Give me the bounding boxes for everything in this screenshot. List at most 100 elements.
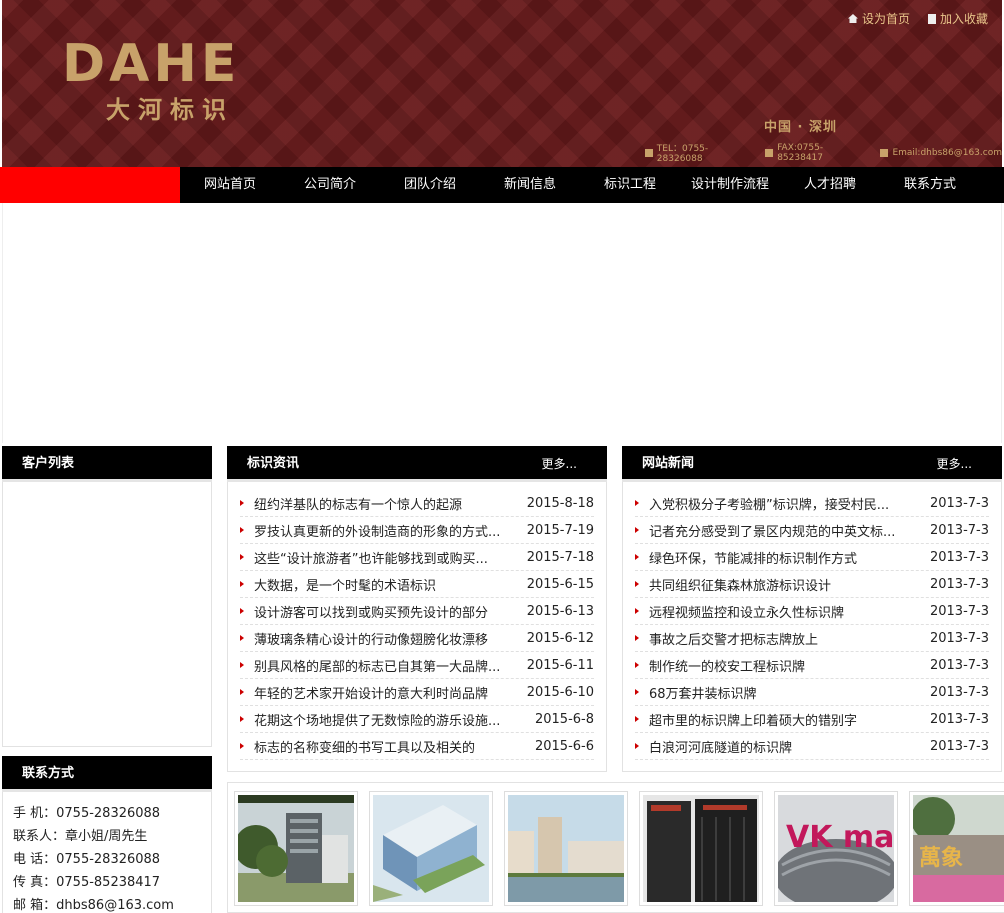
vk-mall-logo-text: VK mall: [786, 820, 894, 855]
triangle-bullet-icon: [240, 527, 244, 533]
triangle-bullet-icon: [240, 689, 244, 695]
office-tower-image: [643, 795, 759, 902]
site-news-list: 入党积极分子考验棚”标识牌，接受村民... 2013-7-3 记者充分感受到了景区…: [622, 482, 1002, 772]
region-label: 中国 · 深圳: [764, 120, 837, 135]
triangle-bullet-icon: [635, 716, 639, 722]
bookmark-icon: [927, 13, 936, 24]
triangle-bullet-icon: [635, 527, 639, 533]
triangle-bullet-icon: [635, 500, 639, 506]
project-gallery: VK mall 萬象: [227, 782, 1004, 913]
news-row[interactable]: 共同组织征集森林旅游标识设计 2013-7-3: [635, 571, 989, 598]
contact-phone: 电 话：0755-28326088: [13, 852, 161, 867]
triangle-bullet-icon: [635, 689, 639, 695]
news-row[interactable]: 罗技认真更新的外设制造商的形象的方式... 2015-7-19: [240, 517, 594, 544]
wanxiang-logo-text: 萬象: [919, 845, 963, 871]
triangle-bullet-icon: [635, 608, 639, 614]
news-row[interactable]: 白浪河河底隧道的标识牌 2013-7-3: [635, 733, 989, 760]
header-tel: TEL：0755-28326088: [645, 141, 751, 164]
site-news-header: 网站新闻 更多...: [622, 446, 1002, 482]
triangle-bullet-icon: [240, 581, 244, 587]
news-row[interactable]: 大数据，是一个时髦的术语标识 2015-6-15: [240, 571, 594, 598]
triangle-bullet-icon: [240, 554, 244, 560]
top-links: 设为首页 加入收藏: [847, 10, 988, 27]
triangle-bullet-icon: [635, 554, 639, 560]
header-email: Email:dhbs86@163.com: [880, 141, 1002, 164]
logo-text[interactable]: DAHE: [62, 38, 240, 90]
client-list-body: [2, 482, 212, 747]
nav-item-home[interactable]: 网站首页: [180, 167, 280, 203]
hospital-rendering-image: [373, 795, 489, 902]
sign-news-list: 纽约洋基队的标志有一个惊人的起源 2015-8-18 罗技认真更新的外设制造商的形…: [227, 482, 607, 772]
contact-body: 手 机：0755-28326088 联系人：章小姐/周先生 电 话：0755-2…: [2, 792, 212, 913]
nav-item-process[interactable]: 设计制作流程: [680, 167, 780, 203]
triangle-bullet-icon: [240, 716, 244, 722]
site-news-title: 网站新闻: [642, 456, 695, 471]
news-row[interactable]: 绿色环保，节能减排的标识制作方式 2013-7-3: [635, 544, 989, 571]
header-contact-strip: TEL：0755-28326088 FAX:0755-85238417 Emai…: [645, 141, 1002, 164]
project-thumbnail[interactable]: [369, 791, 493, 906]
contact-mobile: 手 机：0755-28326088: [13, 806, 161, 821]
site-news-more-link[interactable]: 更多...: [937, 446, 972, 482]
add-favorite-link[interactable]: 加入收藏: [927, 10, 988, 27]
triangle-bullet-icon: [635, 581, 639, 587]
building-photo-image: [238, 795, 354, 902]
triangle-bullet-icon: [635, 635, 639, 641]
news-row[interactable]: 标志的名称变细的书写工具以及相关的 2015-6-6: [240, 733, 594, 760]
contact-fax: 传 真：0755-85238417: [13, 875, 161, 890]
triangle-bullet-icon: [635, 662, 639, 668]
contact-email: 邮 箱：dhbs86@163.com: [13, 898, 174, 913]
square-bullet-icon: [765, 148, 774, 157]
nav-item-news[interactable]: 新闻信息: [480, 167, 580, 203]
triangle-bullet-icon: [240, 662, 244, 668]
nav-item-jobs[interactable]: 人才招聘: [780, 167, 880, 203]
project-thumbnail[interactable]: [234, 791, 358, 906]
nav-item-contact[interactable]: 联系方式: [880, 167, 980, 203]
project-thumbnail[interactable]: VK mall: [774, 791, 898, 906]
news-row[interactable]: 纽约洋基队的标志有一个惊人的起源 2015-8-18: [240, 490, 594, 517]
sign-news-title: 标识资讯: [247, 456, 300, 471]
site-news-panel: 网站新闻 更多... 入党积极分子考验棚”标识牌，接受村民... 2013-7-3…: [622, 446, 1002, 772]
main-nav: 网站首页 公司简介 团队介绍 新闻信息 标识工程 设计制作流程 人才招聘 联系方…: [0, 167, 1004, 203]
sign-news-panel: 标识资讯 更多... 纽约洋基队的标志有一个惊人的起源 2015-8-18 罗技认…: [227, 446, 607, 772]
sign-news-more-link[interactable]: 更多...: [542, 446, 577, 482]
header-fax: FAX:0755-85238417: [765, 141, 866, 164]
news-row[interactable]: 薄玻璃条精心设计的行动像翅膀化妆漂移 2015-6-12: [240, 625, 594, 652]
news-row[interactable]: 花期这个场地提供了无数惊险的游乐设施... 2015-6-8: [240, 706, 594, 733]
project-thumbnail[interactable]: [504, 791, 628, 906]
triangle-bullet-icon: [635, 743, 639, 749]
wanxiang-sign-image: 萬象: [913, 795, 1004, 902]
news-row[interactable]: 事故之后交警才把标志牌放上 2013-7-3: [635, 625, 989, 652]
logo-chinese: 大河标识: [106, 96, 234, 124]
project-thumbnail[interactable]: [639, 791, 763, 906]
nav-item-about[interactable]: 公司简介: [280, 167, 380, 203]
nav-item-team[interactable]: 团队介绍: [380, 167, 480, 203]
triangle-bullet-icon: [240, 635, 244, 641]
home-icon: [847, 14, 858, 23]
triangle-bullet-icon: [240, 500, 244, 506]
waterfront-buildings-image: [508, 795, 624, 902]
square-bullet-icon: [645, 148, 653, 157]
news-row[interactable]: 入党积极分子考验棚”标识牌，接受村民... 2013-7-3: [635, 490, 989, 517]
vk-mall-sign-image: VK mall: [778, 795, 894, 902]
sign-news-header: 标识资讯 更多...: [227, 446, 607, 482]
nav-accent: [0, 167, 180, 203]
news-row[interactable]: 这些“设计旅游者”也许能够找到或购买... 2015-7-18: [240, 544, 594, 571]
nav-item-projects[interactable]: 标识工程: [580, 167, 680, 203]
square-bullet-icon: [880, 148, 889, 157]
contact-title: 联系方式: [2, 756, 212, 792]
news-row[interactable]: 设计游客可以找到或购买预先设计的部分 2015-6-13: [240, 598, 594, 625]
news-row[interactable]: 别具风格的尾部的标志已自其第一大品牌... 2015-6-11: [240, 652, 594, 679]
project-thumbnail[interactable]: 萬象: [909, 791, 1004, 906]
triangle-bullet-icon: [240, 608, 244, 614]
news-row[interactable]: 超市里的标识牌上印着硕大的错别字 2013-7-3: [635, 706, 989, 733]
set-home-link[interactable]: 设为首页: [847, 10, 910, 27]
triangle-bullet-icon: [240, 743, 244, 749]
client-list-title: 客户列表: [2, 446, 212, 482]
left-column: 客户列表 联系方式 手 机：0755-28326088 联系人：章小姐/周先生 …: [2, 446, 212, 913]
news-row[interactable]: 68万套井装标识牌 2013-7-3: [635, 679, 989, 706]
site-header: DAHE 大河标识 设为首页 加入收藏 中国 · 深圳 TEL：0755-283…: [2, 0, 1002, 167]
news-row[interactable]: 记者充分感受到了景区内规范的中英文标... 2013-7-3: [635, 517, 989, 544]
news-row[interactable]: 年轻的艺术家开始设计的意大利时尚品牌 2015-6-10: [240, 679, 594, 706]
news-row[interactable]: 远程视频监控和设立永久性标识牌 2013-7-3: [635, 598, 989, 625]
news-row[interactable]: 制作统一的校安工程标识牌 2013-7-3: [635, 652, 989, 679]
